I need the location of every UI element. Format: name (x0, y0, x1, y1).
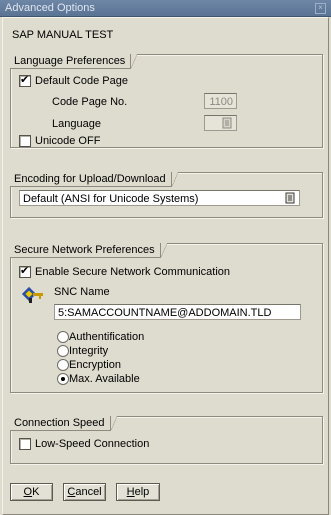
key-lock-icon (21, 286, 43, 303)
default-code-page-checkbox[interactable]: ✔ (19, 74, 31, 87)
unicode-off-label: Unicode OFF (35, 135, 101, 147)
low-speed-checkbox[interactable] (19, 438, 31, 450)
default-code-page-label: Default Code Page (35, 75, 128, 87)
cancel-label-rest: ancel (75, 486, 102, 498)
help-mnemonic: H (126, 486, 135, 498)
checkmark-icon: ✔ (20, 74, 30, 86)
low-speed-label: Low-Speed Connection (35, 438, 150, 450)
encoding-title: Encoding for Upload/Download (10, 172, 178, 187)
title-bar: Advanced Options × (0, 0, 331, 17)
encryption-radio[interactable] (57, 359, 69, 371)
code-page-no-field[interactable]: 1100 (204, 93, 237, 109)
radio-selected-dot (61, 377, 65, 381)
language-preferences-title: Language Preferences (10, 54, 138, 69)
integrity-radio[interactable] (57, 345, 69, 357)
code-page-no-label: Code Page No. (52, 96, 128, 108)
connection-speed-title: Connection Speed (10, 416, 117, 431)
window-title: Advanced Options (5, 2, 95, 14)
language-dropdown[interactable] (204, 115, 237, 131)
unicode-off-checkbox[interactable] (19, 135, 31, 147)
checkmark-icon: ✔ (20, 265, 30, 277)
max-available-radio[interactable] (57, 373, 69, 385)
snc-name-label: SNC Name (54, 286, 110, 298)
secure-network-title: Secure Network Preferences (10, 243, 167, 258)
snc-name-field[interactable]: 5:SAMACCOUNTNAME@ADDOMAIN.TLD (54, 304, 301, 320)
enable-snc-label: Enable Secure Network Communication (35, 266, 231, 278)
enable-snc-checkbox[interactable]: ✔ (19, 265, 31, 278)
authentification-label: Authentification (69, 331, 145, 343)
dropdown-list-icon (285, 192, 295, 204)
max-available-label: Max. Available (69, 373, 140, 385)
encoding-dropdown[interactable]: Default (ANSI for Unicode Systems) (19, 190, 300, 206)
help-button[interactable]: Help (116, 483, 160, 501)
help-label-rest: elp (134, 486, 150, 498)
language-label: Language (52, 118, 101, 130)
system-name-label: SAP MANUAL TEST (12, 29, 114, 41)
authentification-radio[interactable] (57, 331, 69, 343)
cancel-button[interactable]: Cancel (63, 483, 106, 501)
ok-label-rest: K (32, 486, 40, 498)
integrity-label: Integrity (69, 345, 109, 357)
encoding-selected-value: Default (ANSI for Unicode Systems) (23, 193, 199, 205)
ok-mnemonic: O (23, 486, 33, 498)
close-icon[interactable]: × (315, 3, 326, 14)
dropdown-list-icon (222, 117, 232, 129)
encryption-label: Encryption (69, 359, 121, 371)
ok-button[interactable]: OK (10, 483, 53, 501)
